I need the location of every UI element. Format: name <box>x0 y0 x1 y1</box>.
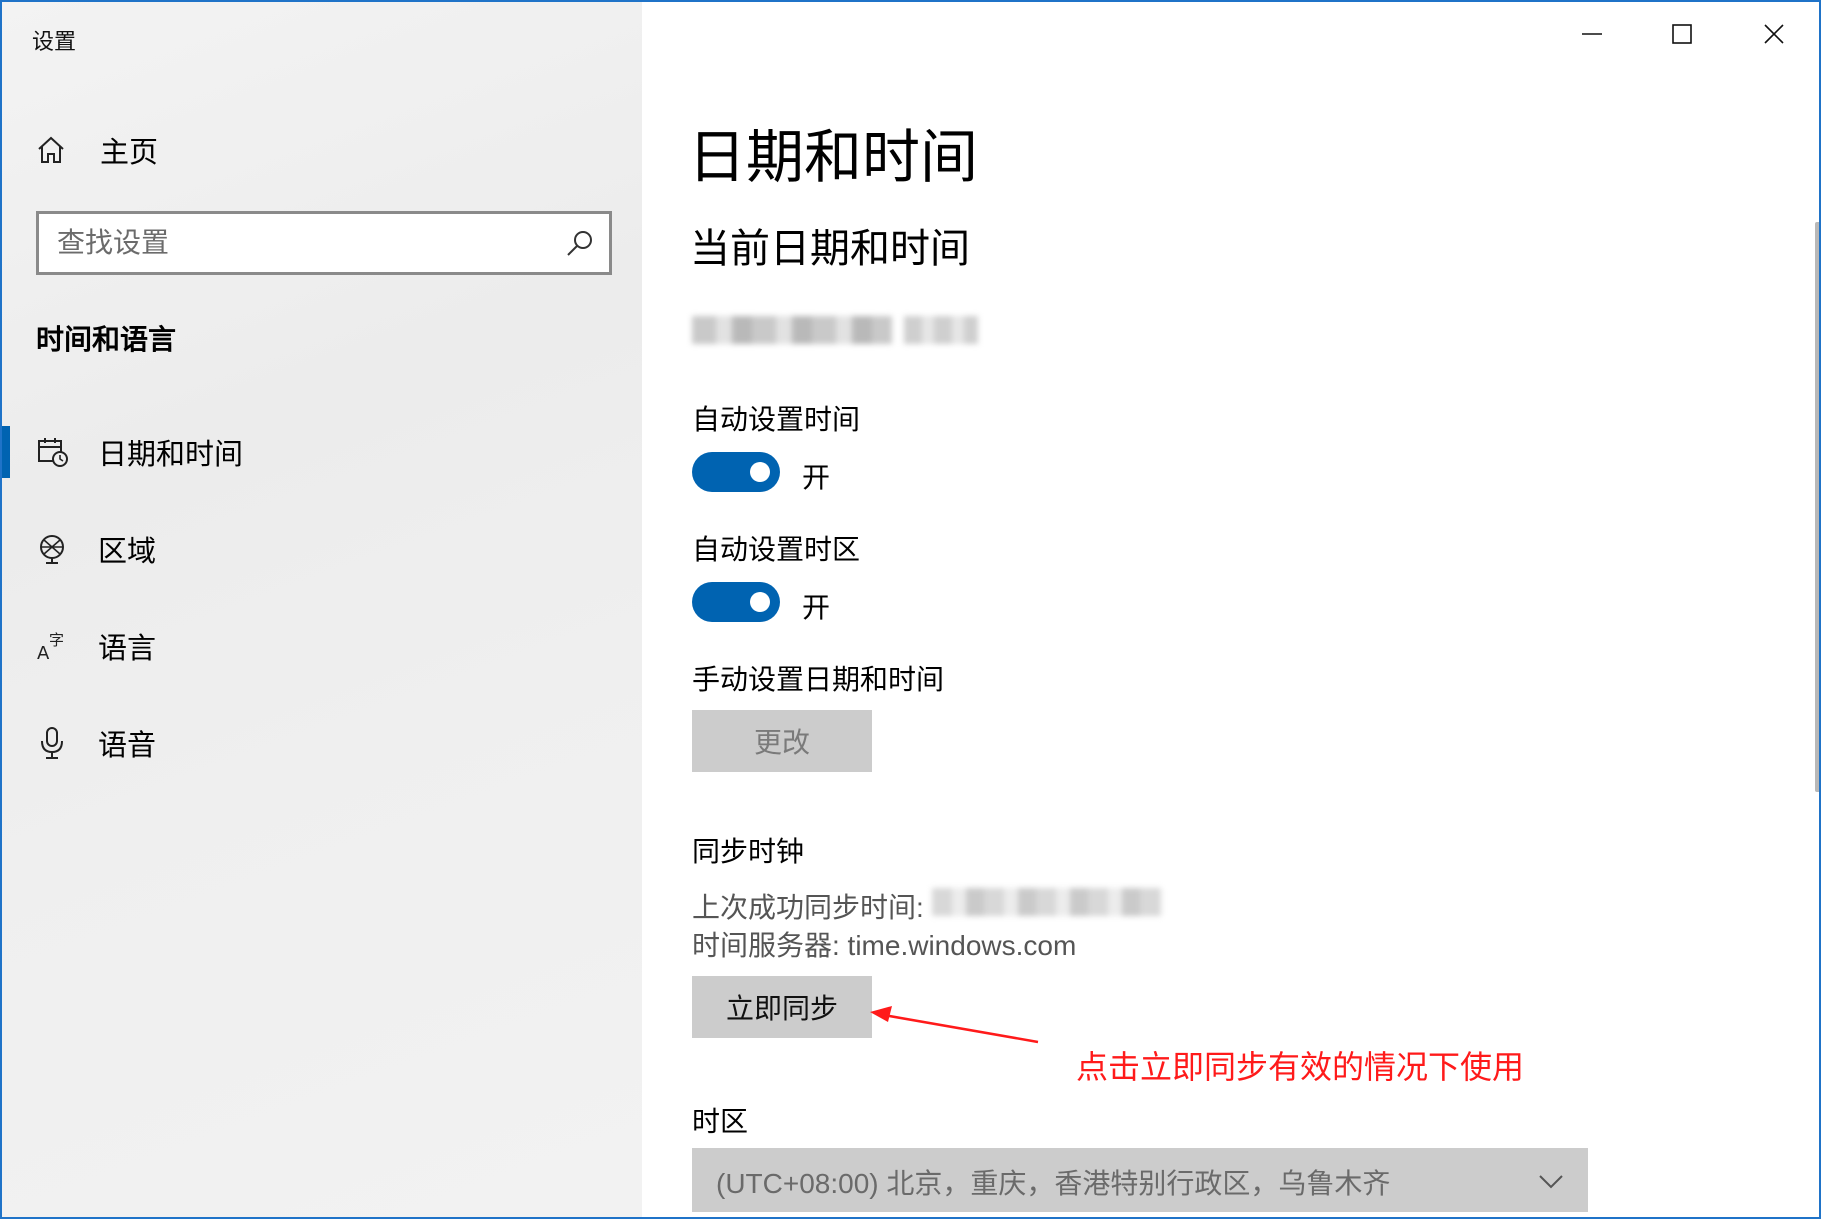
current-datetime-redacted <box>692 316 892 344</box>
minimize-button[interactable] <box>1562 12 1622 56</box>
annotation-arrow <box>870 1006 1039 1044</box>
time-server-info: 时间服务器: time.windows.com <box>692 930 1077 961</box>
sidebar-item-date-time[interactable]: 日期和时间 <box>2 422 642 482</box>
sidebar-item-language[interactable]: A 字 语言 <box>2 616 642 676</box>
toggle-knob <box>750 462 770 482</box>
sidebar: 设置 主页 时间和语言 日期和时间 <box>2 2 642 1217</box>
search-input[interactable] <box>57 222 557 264</box>
annotation-text: 点击立即同步有效的情况下使用 <box>1076 1049 1525 1085</box>
current-time-redacted <box>904 316 978 344</box>
auto-time-toggle[interactable] <box>692 452 780 492</box>
calendar-clock-icon <box>38 438 68 467</box>
home-nav-item[interactable]: 主页 <box>36 130 596 170</box>
search-box[interactable] <box>36 211 612 275</box>
auto-timezone-toggle[interactable] <box>692 582 780 622</box>
microphone-icon <box>41 727 63 759</box>
timezone-value: (UTC+08:00) 北京，重庆，香港特别行政区，乌鲁木齐 <box>716 1168 1391 1199</box>
maximize-icon <box>1672 24 1692 44</box>
main-content: 日期和时间 当前日期和时间 自动设置时间 开 自动设置时区 开 手动设置日期和时… <box>642 2 1819 1217</box>
page-title: 日期和时间 <box>688 125 979 190</box>
last-sync-time-redacted <box>932 888 1162 916</box>
sidebar-item-label: 语言 <box>98 633 157 665</box>
toggle-knob <box>750 592 770 612</box>
manual-datetime-label: 手动设置日期和时间 <box>692 664 945 695</box>
sidebar-item-region[interactable]: 区域 <box>2 519 642 579</box>
globe-icon <box>40 535 64 564</box>
close-icon <box>1764 24 1784 44</box>
close-button[interactable] <box>1744 12 1804 56</box>
minimize-icon <box>1582 33 1602 35</box>
auto-time-label: 自动设置时间 <box>692 404 861 435</box>
change-button[interactable]: 更改 <box>692 710 872 772</box>
auto-timezone-label: 自动设置时区 <box>692 534 861 565</box>
maximize-button[interactable] <box>1652 12 1712 56</box>
home-icon <box>38 136 64 163</box>
sidebar-item-label: 区域 <box>98 536 157 568</box>
scrollbar[interactable] <box>1815 222 1819 792</box>
section-heading: 时间和语言 <box>36 324 177 355</box>
search-icon[interactable] <box>565 228 595 258</box>
language-icon: A 字 <box>37 631 64 663</box>
svg-text:字: 字 <box>49 631 64 649</box>
app-title: 设置 <box>32 29 77 54</box>
timezone-select[interactable]: (UTC+08:00) 北京，重庆，香港特别行政区，乌鲁木齐 <box>692 1148 1588 1212</box>
current-datetime-heading: 当前日期和时间 <box>690 227 970 271</box>
timezone-heading: 时区 <box>692 1106 749 1137</box>
settings-window: 设置 主页 时间和语言 日期和时间 <box>0 0 1821 1219</box>
sync-now-button[interactable]: 立即同步 <box>692 976 872 1038</box>
last-sync-label: 上次成功同步时间: <box>692 892 924 923</box>
auto-time-state: 开 <box>802 462 831 493</box>
sidebar-item-label: 语音 <box>98 730 157 762</box>
auto-timezone-state: 开 <box>802 592 831 623</box>
chevron-down-icon <box>1539 1175 1563 1189</box>
home-label: 主页 <box>100 137 159 169</box>
sidebar-item-label: 日期和时间 <box>98 439 244 471</box>
sidebar-item-speech[interactable]: 语音 <box>2 713 642 773</box>
sync-clock-heading: 同步时钟 <box>692 836 805 867</box>
